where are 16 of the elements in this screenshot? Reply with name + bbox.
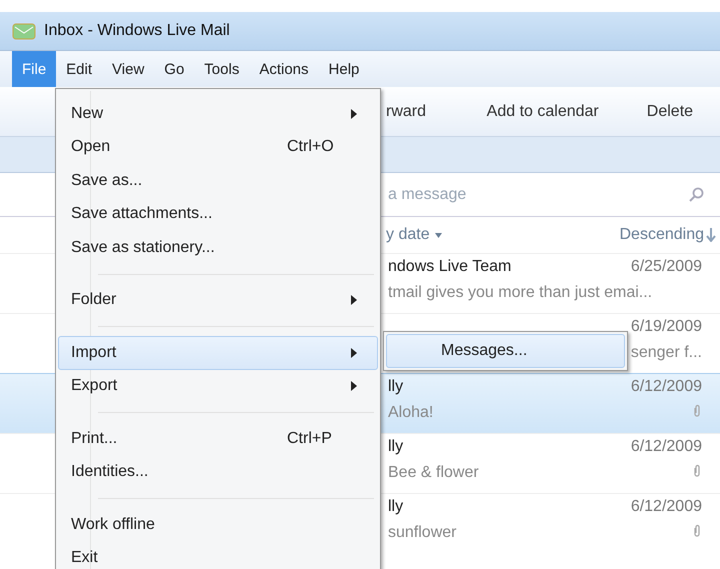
message-date: 6/12/2009 [630,378,702,397]
message-subject: sunflower [388,524,458,543]
message-subject: Bee & flower [388,464,480,483]
message-sender: lly [388,498,404,517]
message-date: 6/25/2009 [630,258,702,277]
message-sender: lly [388,438,404,457]
search-placeholder: a message [388,186,466,204]
message-sender: ndows Live Team [388,258,512,277]
message-subject: Aloha! [388,404,434,423]
window-title: Inbox - Windows Live Mail [44,22,230,40]
message-subject: senger f... [630,344,702,363]
message-subject: tmail gives you more than just emai... [388,284,652,303]
message-date: 6/12/2009 [630,438,702,457]
message-date: 6/19/2009 [630,318,702,337]
message-date: 6/12/2009 [630,498,702,517]
message-sender: lly [388,378,404,397]
